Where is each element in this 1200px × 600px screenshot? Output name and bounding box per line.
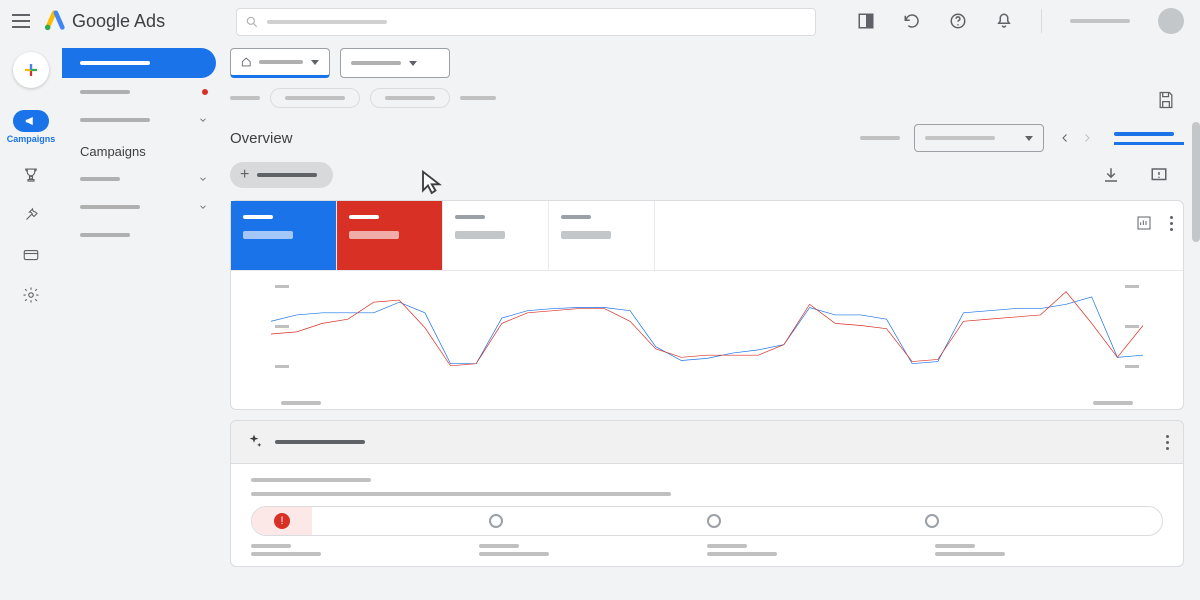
prev-button[interactable]: [1054, 127, 1076, 149]
sidenav-item[interactable]: [62, 193, 222, 221]
plus-icon: [22, 61, 40, 79]
chevron-down-icon: [198, 174, 208, 184]
search-icon: [245, 15, 259, 29]
date-range-dropdown[interactable]: [914, 124, 1044, 152]
page-title: Overview: [230, 130, 293, 147]
sparkle-icon: [245, 433, 263, 451]
rail-campaigns[interactable]: Campaigns: [7, 110, 56, 144]
filter-chip[interactable]: [370, 88, 450, 108]
logo: Google Ads: [44, 10, 165, 32]
search-input[interactable]: [236, 8, 816, 36]
alert-dot-icon: [202, 89, 208, 95]
trophy-icon: [22, 166, 40, 184]
metrics-chart-card: [230, 200, 1184, 410]
setup-progress: !: [251, 506, 1163, 536]
metric-tab-4[interactable]: [549, 201, 655, 270]
insights-card: !: [230, 420, 1184, 567]
scope-dropdown[interactable]: [340, 48, 450, 78]
logo-text: Google Ads: [72, 11, 165, 32]
google-ads-logo-icon: [44, 10, 66, 32]
chevron-down-icon: [198, 202, 208, 212]
appearance-icon[interactable]: [857, 12, 875, 30]
save-icon[interactable]: [1156, 90, 1176, 110]
date-label: [860, 136, 900, 140]
chevron-down-icon: [1025, 136, 1033, 141]
chevron-left-icon: [1059, 132, 1071, 144]
filter-label: [460, 96, 496, 100]
rail-goals[interactable]: [22, 166, 40, 184]
chevron-down-icon: [311, 60, 319, 65]
metric-tab-2[interactable]: [337, 201, 443, 270]
help-icon[interactable]: [949, 12, 967, 30]
menu-icon[interactable]: [12, 14, 30, 28]
divider: [1041, 9, 1042, 33]
metric-tab-3[interactable]: [443, 201, 549, 270]
error-icon: !: [274, 513, 290, 529]
filter-label: [230, 96, 260, 100]
add-filter-button[interactable]: +: [230, 162, 333, 188]
download-icon[interactable]: [1102, 166, 1120, 184]
refresh-icon[interactable]: [903, 12, 921, 30]
account-label: [1070, 19, 1130, 23]
account-dropdown[interactable]: [230, 48, 330, 78]
home-icon: [241, 56, 251, 68]
metric-tab-1[interactable]: [231, 201, 337, 270]
chevron-down-icon: [198, 115, 208, 125]
sidenav-item[interactable]: [62, 78, 222, 106]
step-marker: [925, 514, 939, 528]
tools-icon: [22, 206, 40, 224]
sidenav-heading: Campaigns: [62, 134, 222, 165]
sidenav-item[interactable]: [62, 165, 222, 193]
line-chart: [271, 281, 1143, 387]
avatar[interactable]: [1158, 8, 1184, 34]
step-marker: [489, 514, 503, 528]
rail-tools[interactable]: [22, 206, 40, 224]
feedback-icon[interactable]: [1150, 166, 1168, 184]
sidenav-item[interactable]: [62, 221, 222, 249]
rail-billing[interactable]: [22, 246, 40, 264]
create-button[interactable]: [13, 52, 49, 88]
sidenav-item-active[interactable]: [62, 48, 216, 78]
gear-icon: [22, 286, 40, 304]
next-button[interactable]: [1076, 127, 1098, 149]
chevron-down-icon: [409, 61, 417, 66]
sidenav-item[interactable]: [62, 106, 222, 134]
expand-chart-icon[interactable]: [1136, 215, 1152, 231]
step-marker: [707, 514, 721, 528]
filter-chip[interactable]: [270, 88, 360, 108]
more-icon[interactable]: [1166, 435, 1169, 450]
rail-admin[interactable]: [22, 286, 40, 304]
megaphone-icon: [24, 114, 38, 128]
card-icon: [22, 246, 40, 264]
chevron-right-icon: [1081, 132, 1093, 144]
notifications-icon[interactable]: [995, 12, 1013, 30]
scrollbar[interactable]: [1192, 122, 1200, 242]
more-icon[interactable]: [1170, 216, 1173, 231]
plus-icon: +: [240, 166, 249, 184]
